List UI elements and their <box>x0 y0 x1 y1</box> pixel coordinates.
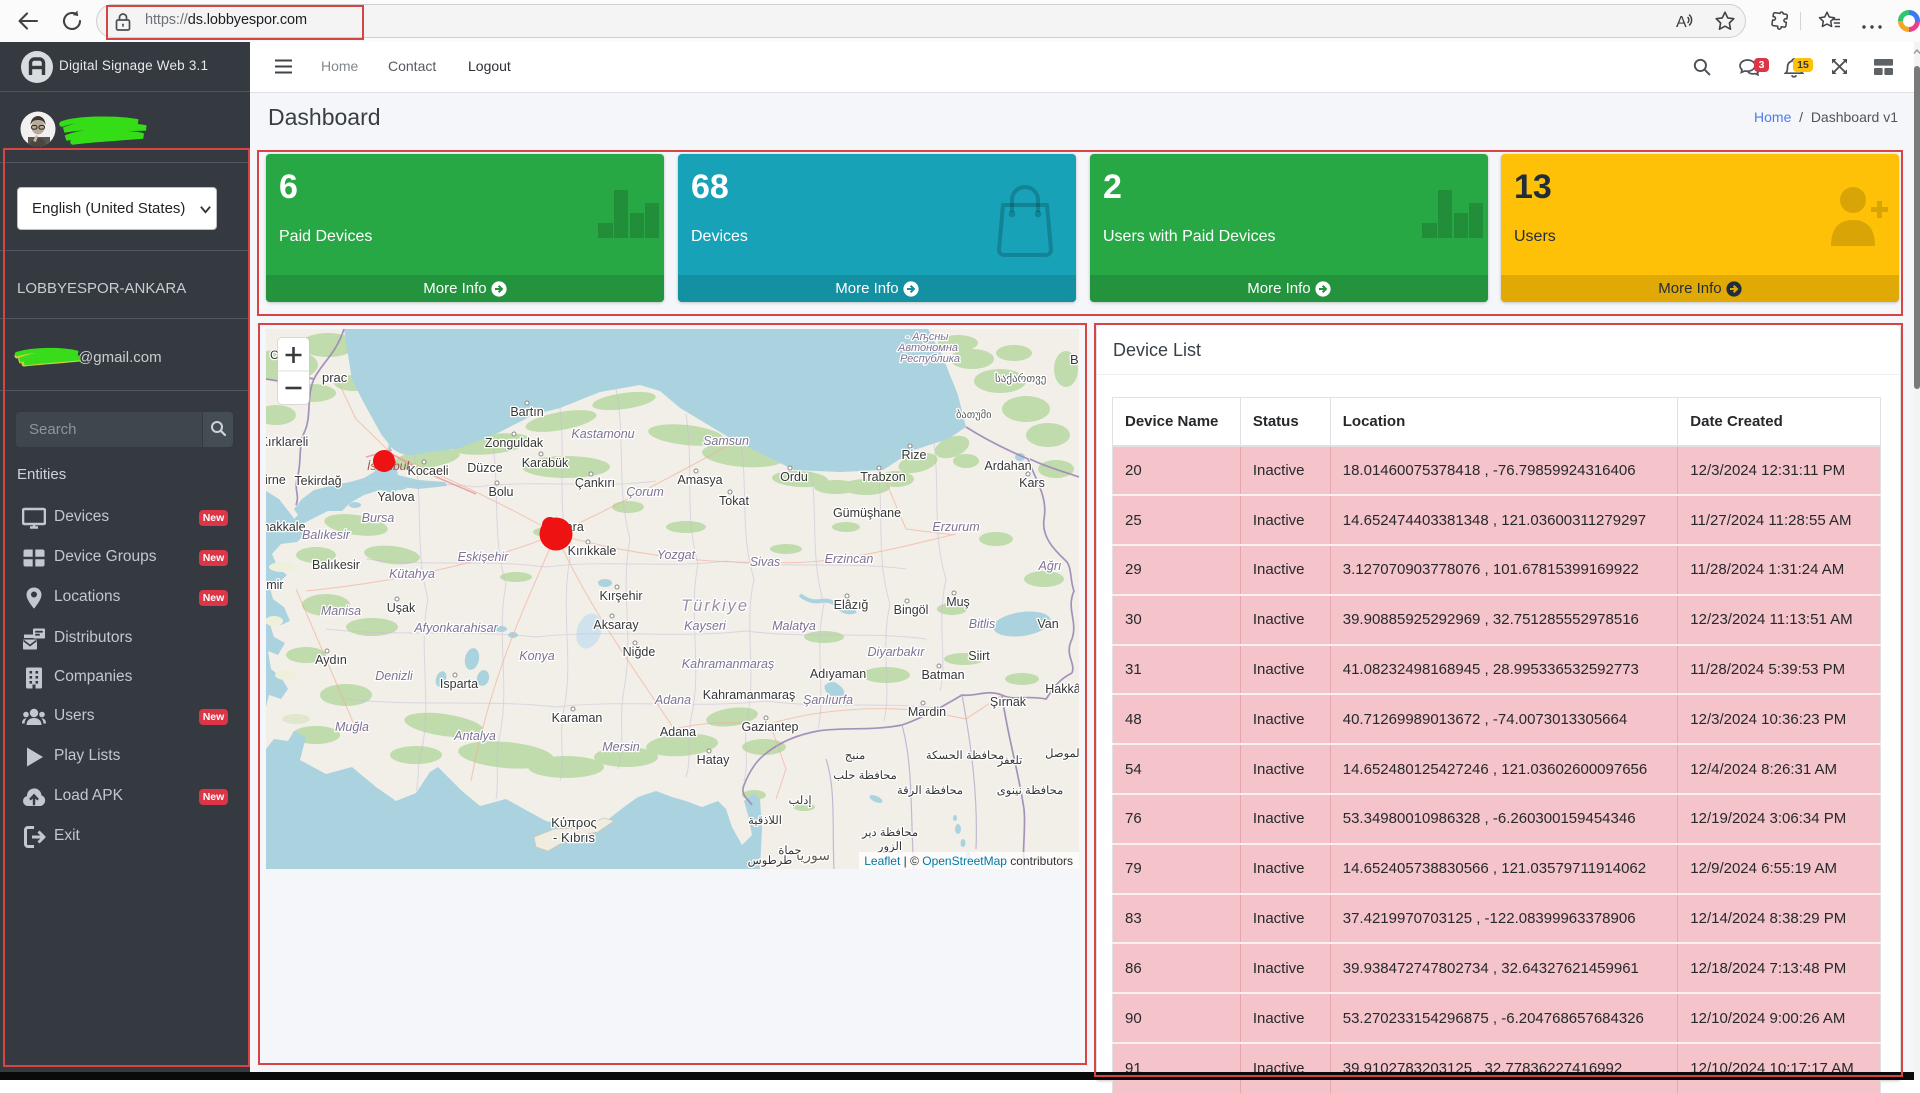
svg-text:A: A <box>1676 14 1687 31</box>
